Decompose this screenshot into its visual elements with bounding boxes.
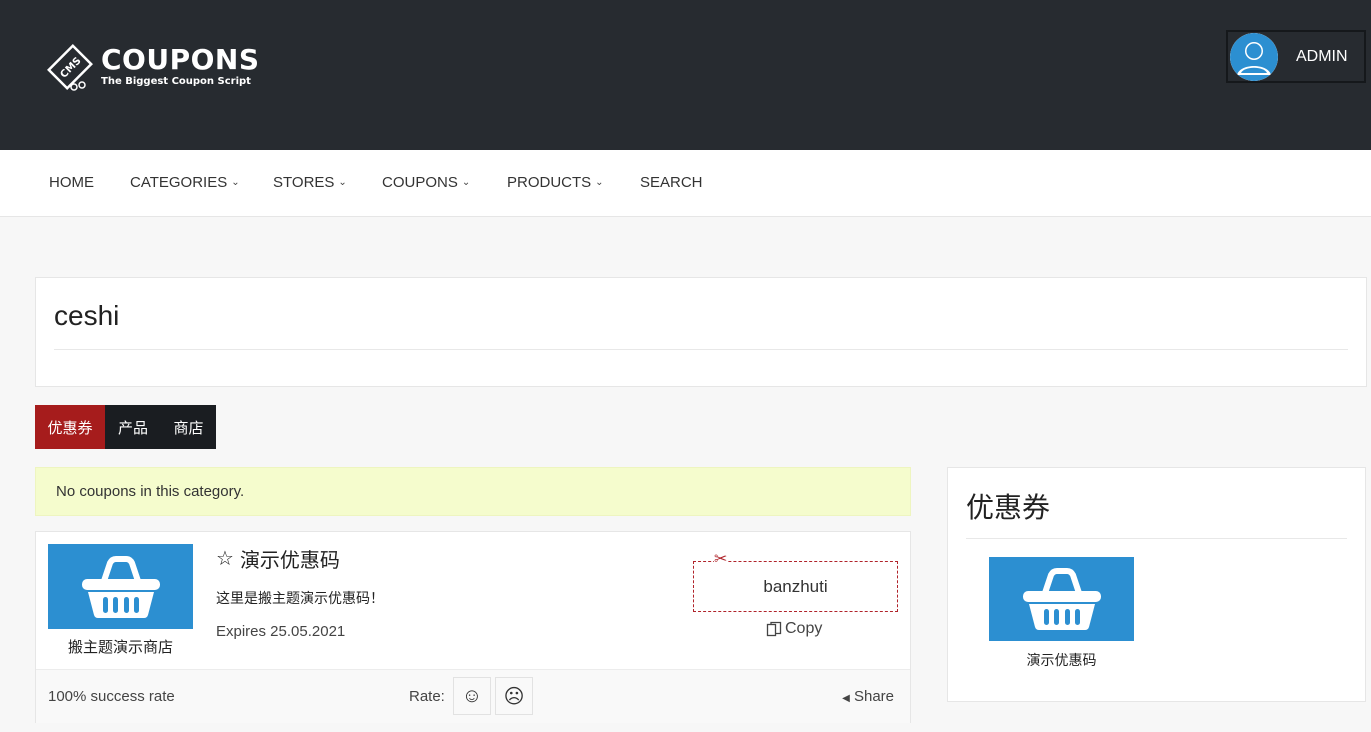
nav-stores-label: STORES xyxy=(273,174,335,191)
coupon-logo-icon: CMS xyxy=(42,39,98,95)
chevron-down-icon: ⌄ xyxy=(461,177,471,188)
nav-search[interactable]: SEARCH xyxy=(640,174,703,191)
rate-negative-button[interactable]: ☹ xyxy=(495,677,533,715)
category-title-card: ceshi xyxy=(35,277,1367,387)
scissors-icon: ✂ xyxy=(714,551,728,568)
coupon-footer: 100% success rate Rate: ☺ ☹ ◀ Share xyxy=(36,669,910,723)
logo-subtitle: The Biggest Coupon Script xyxy=(101,76,251,87)
user-avatar-icon xyxy=(1230,32,1278,81)
sidebar-coupons-widget: 优惠券 演示优惠码 xyxy=(947,467,1366,702)
nav-home[interactable]: HOME xyxy=(49,174,94,191)
success-rate: 100% success rate xyxy=(48,688,175,705)
star-icon[interactable]: ☆ xyxy=(216,546,234,571)
store-thumbnail[interactable] xyxy=(48,544,193,629)
frown-icon: ☹ xyxy=(503,685,525,708)
content-tabs: 优惠券 产品 商店 xyxy=(35,405,216,449)
nav-categories[interactable]: CATEGORIES ⌄ xyxy=(130,174,240,191)
main-navigation: HOME CATEGORIES ⌄ STORES ⌄ COUPONS ⌄ PRO… xyxy=(0,150,1371,217)
nav-products-label: PRODUCTS xyxy=(507,174,592,191)
store-name-link[interactable]: 搬主题演示商店 xyxy=(48,636,193,657)
site-header: CMS COUPONS The Biggest Coupon Script AD… xyxy=(0,0,1371,150)
copy-code-button[interactable]: Copy xyxy=(766,620,822,638)
chevron-down-icon: ⌄ xyxy=(595,177,604,188)
nav-stores[interactable]: STORES ⌄ xyxy=(273,174,347,191)
shopping-basket-icon xyxy=(81,555,160,618)
tab-stores[interactable]: 商店 xyxy=(161,405,216,449)
user-name-label: ADMIN xyxy=(1296,47,1348,65)
copy-icon xyxy=(766,621,782,637)
shopping-basket-icon xyxy=(1022,568,1101,630)
nav-home-label: HOME xyxy=(49,174,94,191)
share-button[interactable]: ◀ Share xyxy=(842,688,894,705)
nav-search-label: SEARCH xyxy=(640,174,703,191)
logo-title: COUPONS xyxy=(101,43,260,76)
share-label: Share xyxy=(853,688,894,705)
coupon-title[interactable]: ☆ 演示优惠码 xyxy=(216,544,340,573)
nav-coupons[interactable]: COUPONS ⌄ xyxy=(382,174,470,191)
coupon-title-text: 演示优惠码 xyxy=(239,550,340,572)
user-menu-button[interactable]: ADMIN xyxy=(1226,30,1366,83)
tab-products[interactable]: 产品 xyxy=(105,405,161,449)
nav-categories-label: CATEGORIES xyxy=(130,174,228,191)
copy-label: Copy xyxy=(785,620,823,637)
chevron-down-icon: ⌄ xyxy=(231,177,240,188)
chevron-down-icon: ⌄ xyxy=(338,177,347,188)
nav-coupons-label: COUPONS xyxy=(382,174,458,191)
coupon-expiry: Expires 25.05.2021 xyxy=(216,623,346,640)
coupon-card: 搬主题演示商店 ☆ 演示优惠码 这里是搬主题演示优惠码！ Expires 25.… xyxy=(35,531,911,723)
divider xyxy=(966,538,1347,539)
site-logo[interactable]: CMS COUPONS The Biggest Coupon Script xyxy=(42,34,259,100)
widget-coupon-link[interactable]: 演示优惠码 xyxy=(989,650,1134,670)
widget-title: 优惠券 xyxy=(966,492,1051,523)
rate-positive-button[interactable]: ☺ xyxy=(453,677,491,715)
tab-coupons[interactable]: 优惠券 xyxy=(35,405,105,449)
coupon-description: 这里是搬主题演示优惠码！ xyxy=(216,590,384,606)
rate-label: Rate: xyxy=(409,688,445,705)
divider xyxy=(54,349,1348,350)
smile-icon: ☺ xyxy=(461,684,483,707)
caret-left-icon: ◀ xyxy=(842,693,850,704)
coupon-code-box[interactable]: banzhuti xyxy=(693,561,898,612)
empty-category-notice: No coupons in this category. xyxy=(35,467,911,516)
nav-products[interactable]: PRODUCTS ⌄ xyxy=(507,174,604,191)
page-title: ceshi xyxy=(54,300,120,331)
coupon-code: banzhuti xyxy=(763,576,828,596)
widget-coupon-thumbnail[interactable] xyxy=(989,557,1134,641)
